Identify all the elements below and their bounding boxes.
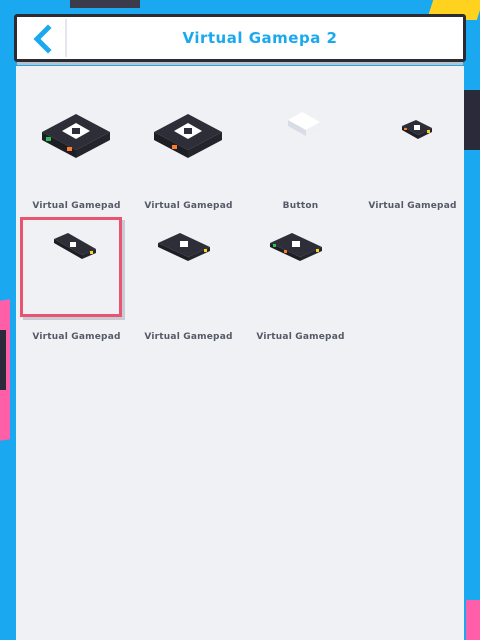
header-bar: Virtual Gamepa 2	[14, 14, 466, 65]
grid-item-virtual-gamepad[interactable]: Virtual Gamepad	[24, 90, 129, 211]
gamepad-block-icon	[154, 114, 222, 158]
background-decoration	[70, 0, 140, 8]
grid-item-virtual-gamepad[interactable]: Virtual Gamepad	[360, 90, 465, 211]
back-button[interactable]	[23, 19, 63, 59]
grid-item-label: Virtual Gamepad	[256, 332, 345, 342]
grid-item-label: Virtual Gamepad	[144, 332, 233, 342]
gamepad-small-icon	[402, 120, 432, 139]
grid-item-label: Virtual Gamepad	[368, 201, 457, 211]
grid-item-label: Virtual Gamepad	[32, 201, 121, 211]
gamepad-small-icon	[270, 233, 322, 261]
button-icon	[288, 112, 320, 136]
header-divider	[65, 19, 67, 57]
grid-item-virtual-gamepad[interactable]: Virtual Gamepad	[136, 90, 241, 211]
background-decoration	[466, 600, 480, 640]
chevron-left-icon	[33, 24, 52, 54]
grid-item-label: Virtual Gamepad	[32, 332, 121, 342]
grid-item-virtual-gamepad-selected[interactable]: Virtual Gamepad	[20, 217, 129, 342]
gamepad-small-icon	[54, 233, 96, 259]
gamepad-block-icon	[42, 114, 110, 158]
background-decoration	[0, 330, 6, 390]
object-grid-panel: Virtual Gamepad Virtual Gamepad Button V…	[16, 66, 464, 640]
grid-item-button[interactable]: Button	[248, 90, 353, 211]
grid-item-virtual-gamepad[interactable]: Virtual Gamepad	[248, 221, 353, 342]
page-title: Virtual Gamepa 2	[182, 29, 338, 47]
gamepad-small-icon	[158, 233, 210, 261]
grid-item-virtual-gamepad[interactable]: Virtual Gamepad	[136, 221, 241, 342]
grid-item-label: Virtual Gamepad	[144, 201, 233, 211]
grid-item-label: Button	[282, 201, 319, 211]
